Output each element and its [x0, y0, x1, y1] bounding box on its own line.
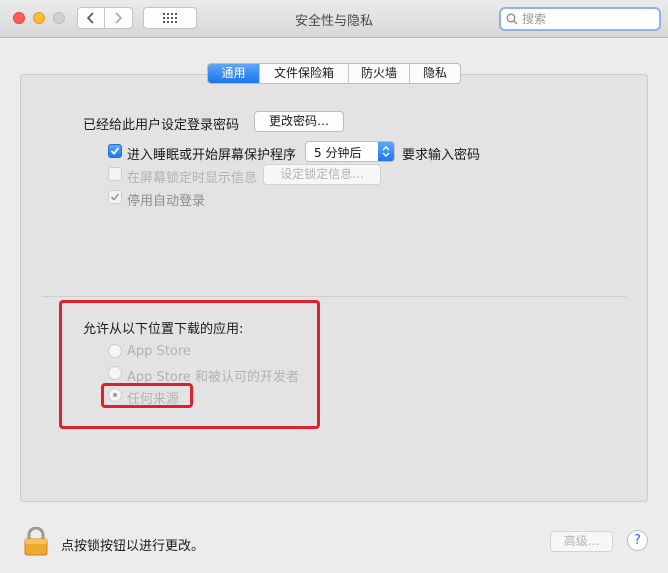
up-down-arrows-icon [382, 146, 390, 157]
tab-bar: 通用 文件保险箱 防火墙 隐私 [207, 63, 461, 84]
highlight-anywhere-option [101, 383, 193, 408]
require-password-suffix: 要求输入密码 [402, 148, 481, 163]
require-password-label: 进入睡眠或开始屏幕保护程序 [127, 148, 297, 163]
disable-auto-login-label: 停用自动登录 [127, 194, 206, 209]
advanced-button[interactable]: 高级... [550, 531, 613, 552]
set-lock-message-button[interactable]: 设定锁定信息... [263, 164, 381, 185]
show-message-label: 在屏幕锁定时显示信息 [127, 171, 258, 186]
change-password-button[interactable]: 更改密码… [254, 111, 344, 132]
show-message-checkbox[interactable] [108, 167, 122, 181]
help-button[interactable]: ? [627, 530, 648, 551]
section-divider [42, 296, 626, 297]
search-field[interactable] [499, 7, 661, 31]
password-delay-value: 5 分钟后 [314, 146, 362, 160]
title-bar: 安全性与隐私 [0, 0, 668, 38]
lock-hint-text: 点按锁按钮以进行更改。 [61, 539, 205, 554]
disable-auto-login-checkbox[interactable] [108, 190, 122, 204]
highlight-download-section [59, 300, 320, 429]
settings-panel [20, 74, 648, 502]
login-password-label: 已经给此用户设定登录密码 [83, 118, 240, 133]
tab-firewall[interactable]: 防火墙 [348, 64, 409, 83]
tab-filevault[interactable]: 文件保险箱 [259, 64, 348, 83]
tab-privacy[interactable]: 隐私 [409, 64, 460, 83]
search-icon [506, 13, 518, 25]
password-delay-select[interactable]: 5 分钟后 [305, 141, 395, 162]
checkmark-icon [110, 147, 120, 155]
search-input[interactable] [522, 10, 652, 28]
select-stepper [378, 142, 394, 161]
checkmark-icon [110, 193, 120, 201]
tab-general[interactable]: 通用 [208, 64, 259, 83]
require-password-checkbox[interactable] [108, 144, 122, 158]
lock-icon[interactable] [24, 526, 48, 560]
